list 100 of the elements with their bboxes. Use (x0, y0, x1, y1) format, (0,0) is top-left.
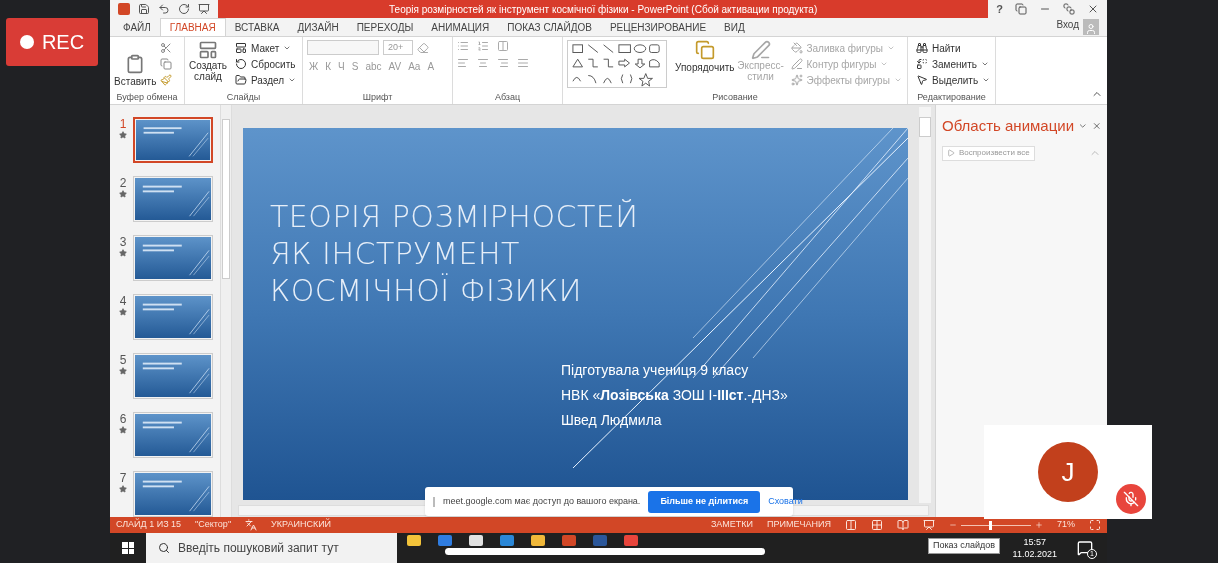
group-label: Шрифт (361, 91, 394, 104)
ribbon-tab[interactable]: ГЛАВНАЯ (159, 18, 226, 36)
sign-in-link[interactable]: Вход (1056, 17, 1079, 32)
taskbar-app-icon[interactable] (562, 535, 576, 546)
ribbon-tab[interactable]: ДИЗАЙН (288, 18, 348, 36)
taskbar-app-icon[interactable] (469, 535, 483, 546)
align-left-icon[interactable] (457, 57, 469, 69)
format-painter-icon[interactable] (160, 74, 173, 86)
animation-star-icon (119, 367, 127, 375)
slide-number: 3 (119, 235, 127, 249)
slide-number: 7 (119, 471, 127, 485)
group-label: Рисование (711, 91, 759, 104)
justify-icon[interactable] (517, 57, 529, 69)
align-right-icon[interactable] (497, 57, 509, 69)
fit-slide-icon[interactable] (1089, 519, 1101, 531)
numbering-icon[interactable] (477, 40, 489, 52)
copy-icon[interactable] (160, 58, 173, 70)
slideshow-view-icon[interactable] (923, 519, 935, 531)
animation-star-icon (119, 190, 127, 198)
clock-date: 11.02.2021 (1012, 548, 1057, 560)
ribbon-tab[interactable]: ВИД (715, 18, 754, 36)
group-label: Редактирование (916, 91, 987, 104)
section-icon (235, 74, 247, 86)
new-slide-button[interactable]: Создать слайд (189, 40, 227, 82)
subtitle-line: Підготувала учениця 9 класу (561, 361, 750, 380)
align-center-icon[interactable] (477, 57, 489, 69)
ribbon-tab[interactable]: АНИМАЦИЯ (422, 18, 499, 36)
zoom-slider-thumb[interactable] (989, 520, 992, 530)
help-button[interactable]: ? (996, 0, 1003, 18)
hide-button[interactable]: Сховати (768, 494, 803, 509)
slide-thumbnail[interactable] (133, 471, 213, 517)
ribbon-tab[interactable]: ФАЙЛ (114, 18, 160, 36)
spelling-icon[interactable] (245, 519, 258, 531)
columns-icon[interactable] (497, 40, 509, 52)
participant-avatar: J (1038, 442, 1098, 502)
slide-thumbnail[interactable] (133, 176, 213, 222)
redo-icon[interactable] (178, 3, 190, 15)
notes-button[interactable]: ЗАМЕТКИ (710, 518, 754, 532)
ribbon-button[interactable]: Заменить (912, 56, 995, 72)
undo-icon[interactable] (158, 3, 170, 15)
play-icon (947, 149, 955, 157)
drag-handle-icon[interactable] (433, 496, 435, 507)
slide-number: 4 (119, 294, 127, 308)
rec-label: REC (41, 30, 85, 55)
save-icon[interactable] (138, 3, 150, 15)
clear-format-icon[interactable] (417, 41, 429, 54)
font-name-field[interactable] (307, 40, 379, 55)
reading-view-icon[interactable] (897, 519, 909, 531)
status-text: СЛАЙД 1 ИЗ 15 (116, 518, 182, 532)
taskbar-app-icon[interactable] (407, 535, 421, 546)
arrange-button[interactable]: Упорядочить (675, 40, 735, 75)
tooltip: Показ слайдов (928, 538, 1000, 554)
reset-icon (235, 58, 247, 70)
slide-number: 2 (119, 176, 127, 190)
slide-thumbnail[interactable] (133, 353, 213, 399)
zoom-in-icon[interactable] (1035, 521, 1043, 529)
normal-view-icon[interactable] (845, 519, 857, 531)
close-icon[interactable] (1087, 3, 1099, 15)
ribbon-button[interactable]: Выделить (912, 72, 995, 88)
taskbar-app-icon[interactable] (531, 535, 545, 546)
slide-title: ТЕОРІЯ РОЗМІРНОСТЕЙ ЯК ІНСТРУМЕНТ КОСМІЧНОЇ ФІЗИКИ (270, 198, 640, 309)
status-text: "Сектор" (195, 518, 232, 532)
cut-icon[interactable] (160, 42, 173, 54)
taskbar-app-icon[interactable] (500, 535, 514, 546)
pen-icon (790, 58, 803, 70)
zoom-reading: 71% (1057, 518, 1075, 532)
taskbar-app-icon[interactable] (438, 535, 452, 546)
ribbon-button[interactable]: Макет (231, 40, 301, 56)
ribbon-tab[interactable]: РЕЦЕНЗИРОВАНИЕ (600, 18, 716, 36)
bullets-icon[interactable] (457, 40, 469, 52)
slideshow-icon[interactable] (198, 3, 210, 15)
shapes-gallery[interactable] (567, 40, 667, 88)
group-label: Слайды (225, 91, 262, 104)
ribbon-button[interactable]: Сбросить (231, 56, 301, 72)
caret-icon (288, 76, 297, 84)
ribbon-button[interactable]: Найти (912, 40, 995, 56)
ribbon-tab[interactable]: ПЕРЕХОДЫ (347, 18, 423, 36)
ribbon-tab[interactable]: ПОКАЗ СЛАЙДОВ (498, 18, 601, 36)
taskbar-search-field[interactable]: Введіть пошуковий запит тут (146, 533, 397, 563)
paste-button[interactable]: Вставить (114, 54, 157, 89)
slide-thumbnail[interactable] (133, 412, 213, 458)
sorter-view-icon[interactable] (871, 519, 883, 531)
sparkles-icon (790, 74, 803, 86)
window-title: Теорія розмірностей як інструмент космічної фізики - PowerPoint (Сбой активации продукта) (388, 2, 819, 17)
ribbon-tab[interactable]: ВСТАВКА (225, 18, 289, 36)
group-label: Буфер обмена (115, 91, 179, 104)
comments-button[interactable]: ПРИМЕЧАНИЯ (767, 518, 831, 532)
slide-number: 1 (119, 117, 127, 131)
slide-thumbnail[interactable] (133, 235, 213, 281)
ribbon-button[interactable]: Раздел (231, 72, 301, 88)
clipboard-icon (125, 54, 146, 74)
stacked-squares-icon (694, 40, 715, 60)
slide-thumbnail[interactable] (133, 294, 213, 340)
slide-thumbnail[interactable] (133, 117, 213, 163)
pen-icon (750, 40, 771, 60)
binoculars-icon (916, 42, 928, 54)
caret-icon (283, 44, 292, 52)
animation-star-icon (119, 308, 127, 316)
taskbar-app-icon[interactable] (624, 535, 638, 546)
stop-sharing-button[interactable]: Більше не ділитися (648, 490, 761, 513)
